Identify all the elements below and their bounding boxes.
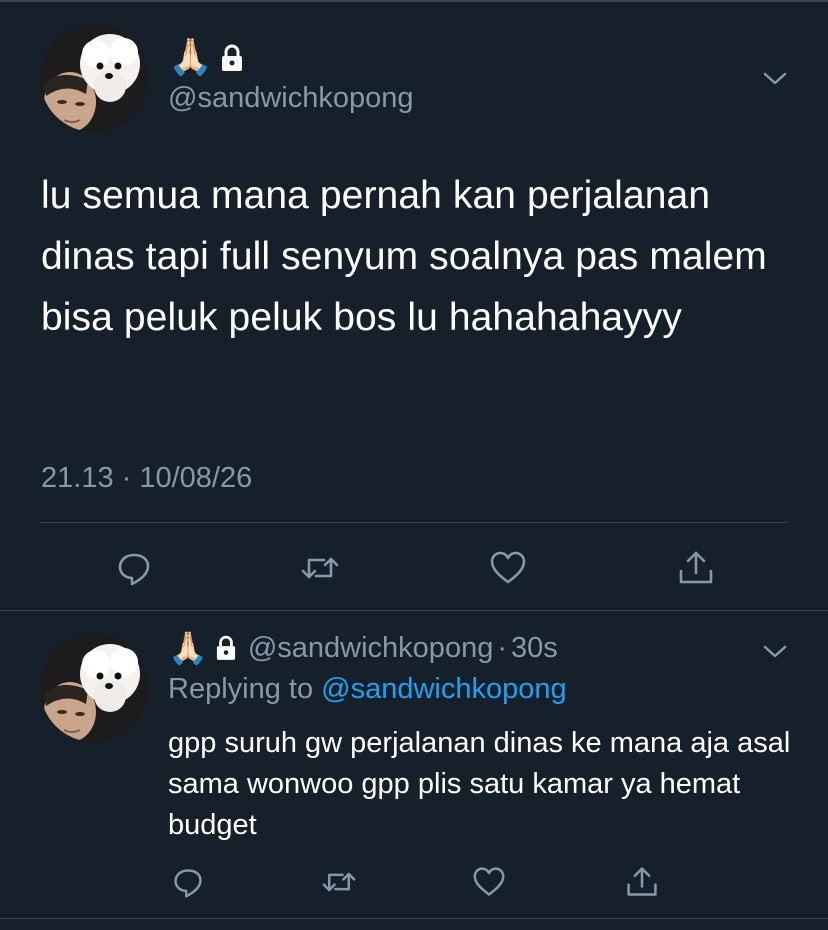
lock-icon bbox=[216, 635, 236, 661]
folded-hands-emoji: 🙏🏻 bbox=[168, 37, 213, 78]
divider bbox=[0, 918, 828, 919]
reply-icon[interactable] bbox=[168, 862, 208, 902]
chevron-down-icon[interactable] bbox=[762, 68, 788, 88]
like-icon[interactable] bbox=[486, 546, 530, 590]
divider bbox=[40, 522, 788, 523]
author-handle[interactable]: @sandwichkopong bbox=[248, 633, 493, 663]
reply-text: gpp suruh gw perjalanan dinas ke mana aj… bbox=[168, 727, 791, 841]
folded-hands-emoji[interactable]: 🙏🏻 bbox=[168, 632, 208, 664]
reply-header: 🙏🏻 @sandwichkopong · 30s bbox=[168, 632, 558, 664]
tweet-timestamp[interactable]: 21.13 · 10/08/26 bbox=[41, 462, 252, 495]
chevron-down-icon[interactable] bbox=[762, 641, 788, 661]
like-icon[interactable] bbox=[469, 862, 509, 902]
tweet-text: lu semua mana pernah kan perjalanan dina… bbox=[41, 174, 767, 339]
replying-to-label: Replying to bbox=[168, 673, 322, 705]
separator-dot: · bbox=[497, 631, 507, 664]
divider bbox=[0, 610, 828, 611]
top-border bbox=[0, 0, 828, 2]
avatar[interactable] bbox=[40, 634, 148, 742]
mention-link[interactable]: @sandwichkopong bbox=[321, 673, 566, 705]
tweet-time[interactable]: 30s bbox=[511, 633, 558, 663]
share-icon[interactable] bbox=[622, 862, 662, 902]
retweet-icon[interactable] bbox=[298, 546, 342, 590]
retweet-icon[interactable] bbox=[319, 862, 359, 902]
share-icon[interactable] bbox=[674, 546, 718, 590]
avatar[interactable] bbox=[40, 24, 148, 132]
lock-icon bbox=[221, 44, 243, 72]
author-handle[interactable]: @sandwichkopong bbox=[168, 84, 413, 113]
display-name[interactable]: 🙏🏻 bbox=[168, 40, 243, 76]
reply-icon[interactable] bbox=[112, 546, 156, 590]
replying-to: Replying to @sandwichkopong bbox=[168, 673, 567, 706]
